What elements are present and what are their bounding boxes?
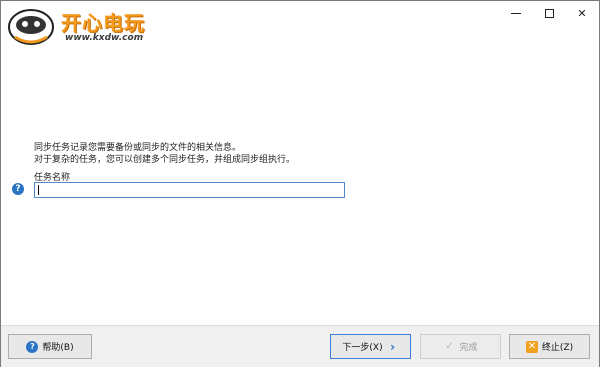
- sync-task-wizard-window: 开心电玩 www.kxdw.com ✕ 同步任务记录您需要备份或同步的文件的相关…: [0, 0, 600, 367]
- stop-button[interactable]: ✕ 终止(Z): [509, 334, 590, 359]
- text-caret: [38, 185, 39, 195]
- description-line-2: 对于复杂的任务，您可以创建多个同步任务，并组成同步组执行。: [34, 155, 296, 165]
- close-button[interactable]: ✕: [567, 1, 597, 25]
- footer-bar: ? 帮助(B) 下一步(X) › ✓ 完成 ✕ 终止(Z): [1, 325, 599, 367]
- help-button[interactable]: ? 帮助(B): [8, 334, 92, 359]
- watermark-title: 开心电玩: [61, 11, 145, 35]
- finish-button-label: 完成: [459, 343, 478, 353]
- maximize-button[interactable]: [534, 1, 564, 25]
- close-icon: ✕: [577, 6, 587, 20]
- check-icon: ✓: [445, 341, 454, 352]
- description-line-1: 同步任务记录您需要备份或同步的文件的相关信息。: [34, 143, 242, 153]
- help-question-icon[interactable]: ?: [12, 183, 24, 195]
- minimize-button[interactable]: [501, 1, 531, 25]
- stop-x-icon: ✕: [525, 340, 538, 353]
- minimize-icon: [511, 12, 521, 14]
- next-button[interactable]: 下一步(X) ›: [330, 334, 411, 359]
- maximize-icon: [544, 8, 554, 18]
- stop-button-label: 终止(Z): [541, 343, 574, 353]
- gamepad-mascot-icon: [8, 9, 54, 45]
- finish-button[interactable]: ✓ 完成: [420, 334, 501, 359]
- title-bar: 开心电玩 www.kxdw.com ✕: [1, 1, 599, 45]
- next-button-label: 下一步(X): [342, 343, 383, 353]
- watermark-logo: 开心电玩 www.kxdw.com: [5, 3, 165, 49]
- task-name-input[interactable]: [34, 182, 345, 198]
- help-button-label: 帮助(B): [42, 343, 74, 353]
- description: 同步任务记录您需要备份或同步的文件的相关信息。 对于复杂的任务，您可以创建多个同…: [34, 142, 295, 166]
- help-icon: ?: [26, 340, 39, 353]
- chevron-right-icon: ›: [390, 339, 396, 354]
- watermark-url: www.kxdw.com: [65, 33, 144, 43]
